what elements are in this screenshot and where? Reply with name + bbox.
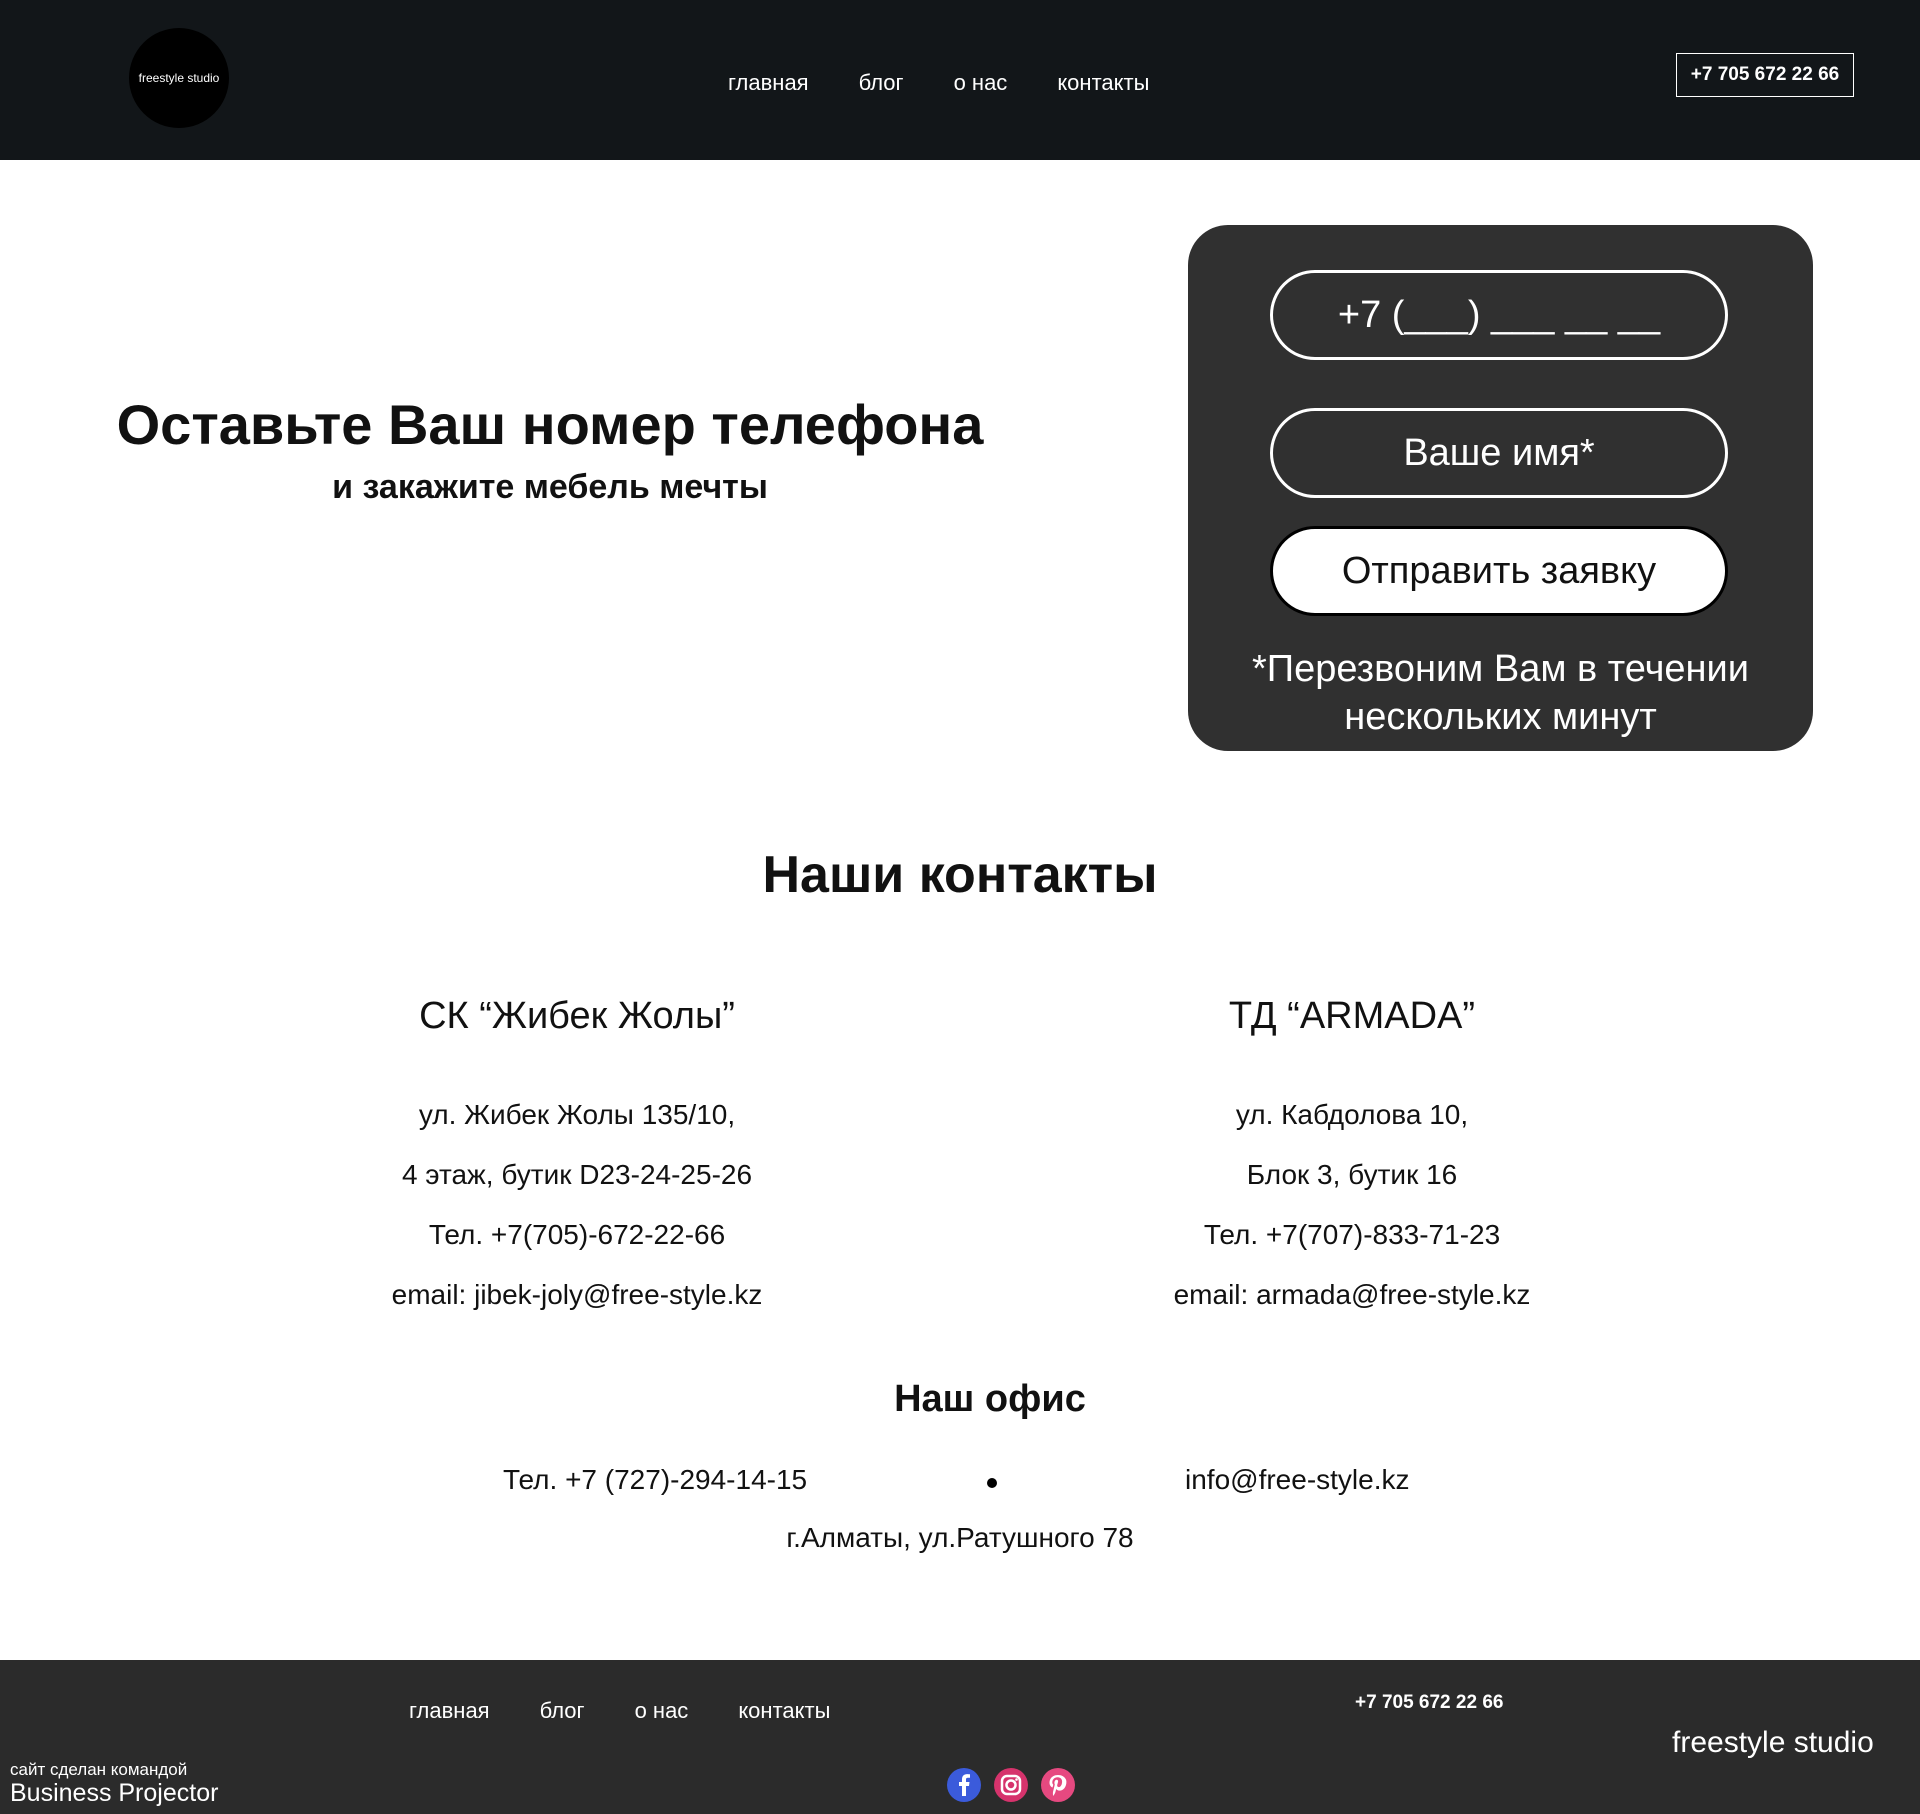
hero-title: Оставьте Ваш номер телефона xyxy=(116,393,984,456)
nav-link-contacts[interactable]: контакты xyxy=(1057,70,1149,96)
nav-link-home[interactable]: главная xyxy=(728,70,809,96)
submit-button[interactable]: Отправить заявку xyxy=(1270,526,1728,616)
footer-brand: freestyle studio xyxy=(1672,1726,1874,1759)
store-address-line1: ул. Кабдолова 10, xyxy=(1235,1099,1469,1130)
callback-form: +7 (___) ___ __ __ Ваше имя* Отправить з… xyxy=(1188,225,1813,751)
header: freestyle studio главная блог о нас конт… xyxy=(0,0,1920,160)
footer: главная блог о нас контакты +7 705 672 2… xyxy=(0,1660,1920,1814)
office-phone[interactable]: Тел. +7 (727)-294-14-15 xyxy=(503,1464,807,1496)
credit-brand[interactable]: Business Projector xyxy=(10,1779,218,1808)
phone-input[interactable]: +7 (___) ___ __ __ xyxy=(1270,270,1728,360)
form-note: *Перезвоним Вам в течении нескольких мин… xyxy=(1251,648,1749,738)
footer-nav: главная блог о нас контакты xyxy=(409,1698,880,1724)
store-name: СК “Жибек Жолы” xyxy=(419,995,735,1037)
store-card-armada: ТД “ARMADA” ул. Кабдолова 10, Блок 3, бу… xyxy=(1052,995,1652,1325)
pinterest-icon[interactable] xyxy=(1039,1766,1077,1804)
store-address-line1: ул. Жибек Жолы 135/10, xyxy=(418,1099,736,1130)
store-address-line2: Блок 3, бутик 16 xyxy=(1246,1159,1458,1190)
credit-line: сайт сделан командой xyxy=(10,1760,188,1779)
footer-nav-link-home[interactable]: главная xyxy=(409,1698,490,1724)
store-email[interactable]: email: jibek-joly@free-style.kz xyxy=(277,1265,877,1325)
store-address-line2: 4 этаж, бутик D23-24-25-26 xyxy=(401,1159,753,1190)
store-email[interactable]: email: armada@free-style.kz xyxy=(1052,1265,1652,1325)
contacts-title: Наши контакты xyxy=(762,846,1158,904)
store-name: ТД “ARMADA” xyxy=(1228,995,1476,1037)
bullet-separator xyxy=(987,1478,997,1488)
footer-nav-link-about[interactable]: о нас xyxy=(635,1698,689,1724)
name-input[interactable]: Ваше имя* xyxy=(1270,408,1728,498)
hero-subtitle: и закажите мебель мечты xyxy=(332,468,768,506)
office-title: Наш офис xyxy=(894,1378,1086,1420)
footer-nav-link-contacts[interactable]: контакты xyxy=(738,1698,830,1724)
office-email[interactable]: info@free-style.kz xyxy=(1185,1464,1410,1496)
main-nav: главная блог о нас контакты xyxy=(728,70,1199,96)
nav-link-about[interactable]: о нас xyxy=(954,70,1008,96)
store-phone[interactable]: Тел. +7(707)-833-71-23 xyxy=(1052,1205,1652,1265)
logo[interactable]: freestyle studio xyxy=(129,28,229,128)
footer-nav-link-blog[interactable]: блог xyxy=(540,1698,585,1724)
facebook-icon[interactable] xyxy=(945,1766,983,1804)
header-phone-button[interactable]: +7 705 672 22 66 xyxy=(1676,53,1854,97)
store-phone[interactable]: Тел. +7(705)-672-22-66 xyxy=(277,1205,877,1265)
nav-link-blog[interactable]: блог xyxy=(859,70,904,96)
store-card-jibek-joly: СК “Жибек Жолы” ул. Жибек Жолы 135/10, 4… xyxy=(277,995,877,1325)
footer-phone[interactable]: +7 705 672 22 66 xyxy=(1355,1692,1503,1714)
instagram-icon[interactable] xyxy=(992,1766,1030,1804)
office-address: г.Алматы, ул.Ратушного 78 xyxy=(786,1522,1134,1553)
